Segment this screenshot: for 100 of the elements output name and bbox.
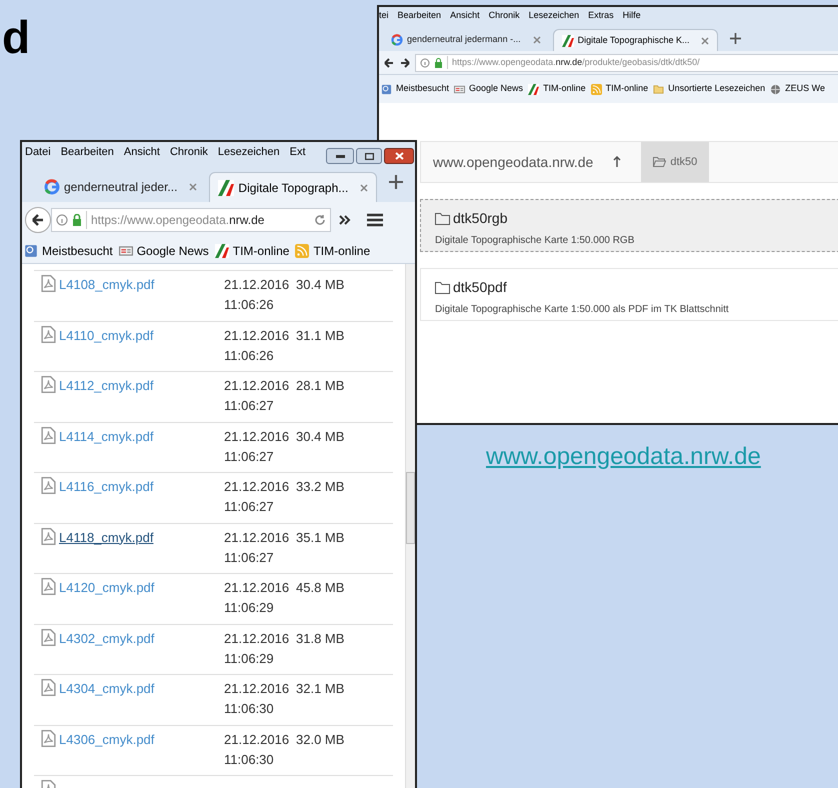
bookmark-favicon-icon [528,84,540,94]
google-favicon-icon [44,179,60,195]
file-link[interactable]: L4114_cmyk.pdf [59,426,154,446]
file-size: 32.1 MB [296,680,344,698]
pdf-file-icon [40,628,57,646]
pdf-file-icon [40,679,57,696]
bookmark-item[interactable]: TIM-online [528,82,586,96]
browser-tab[interactable]: genderneutral jeder... [36,172,206,202]
menu-item[interactable]: Lesezeichen [528,9,580,23]
info-icon[interactable] [420,58,430,68]
browser-tab[interactable]: Digitale Topograph... [209,172,378,202]
file-time: 11:06:26 [224,346,275,364]
folder-description: Digitale Topographische Karte 1:50.000 RGB [435,234,636,248]
menu-item[interactable]: Datei [25,144,51,160]
menu-item[interactable]: Bearbeiten [60,144,114,160]
menu-item[interactable]: Chronik [488,9,520,23]
maximize-button[interactable] [356,148,382,164]
minimize-button[interactable] [326,148,354,164]
folder-icon [435,282,450,294]
file-date: 21.12.2016 [224,428,290,446]
scrollbar[interactable] [405,264,415,788]
file-link[interactable]: L4304_cmyk.pdf [59,679,154,698]
file-link[interactable]: L4116_cmyk.pdf [59,477,154,496]
file-link[interactable]: L4302_cmyk.pdf [59,628,154,648]
folder-name[interactable]: dtk50rgb [453,208,508,229]
back-button[interactable] [25,207,51,233]
overflow-chevron-icon[interactable] [339,215,351,225]
menu-icon[interactable] [367,213,383,227]
menu-item[interactable]: tei [379,9,389,23]
breadcrumb-site[interactable]: www.opengeodata.nrw.de [421,152,614,172]
google-favicon-icon [391,34,403,46]
tab-close-icon[interactable] [532,36,541,44]
browser-tab[interactable]: genderneutral jedermann -... [383,29,549,51]
bookmark-icon [24,244,38,258]
pdf-file-icon [40,326,57,342]
file-link[interactable]: L4112_cmyk.pdf [59,376,154,396]
url-text: https://www.opengeodata.nrw.de [86,211,310,229]
folder-name[interactable]: dtk50pdf [453,277,507,298]
info-icon[interactable] [56,214,68,226]
file-time: 11:06:29 [224,599,275,617]
file-time: 11:06:27 [224,397,275,415]
tab-close-icon[interactable] [189,183,198,191]
bookmark-item[interactable]: Meistbesucht [24,242,113,260]
menu-item[interactable]: Hilfe [622,9,641,23]
menu-item[interactable]: Ansicht [450,9,480,23]
back-icon[interactable] [383,56,395,68]
folder-row[interactable]: dtk50rgb Digitale Topographische Karte 1:50.000 RGB [420,199,838,252]
file-date: 21.12.2016 [224,377,290,395]
file-link[interactable]: L4110_cmyk.pdf [59,326,154,345]
new-tab-icon[interactable] [730,32,742,44]
menu-item[interactable]: Ext [290,144,306,160]
bookmark-item[interactable]: Google News [118,242,209,260]
address-field[interactable]: https://www.opengeodata.nrw.de/produkte/geobasis/dtk/dtk50/ [415,54,838,72]
tab-close-icon[interactable] [701,36,710,44]
scrollbar-thumb[interactable] [406,472,415,544]
news-icon [118,244,133,258]
bookmark-icon [381,84,392,94]
file-time: 11:06:30 [224,750,275,768]
file-size: 31.8 MB [296,630,344,648]
tab-close-icon[interactable] [360,184,368,192]
forward-icon[interactable] [399,56,411,68]
breadcrumb-current[interactable]: dtk50 [641,142,710,182]
bookmark-item[interactable]: TIM-online [214,242,290,260]
pdf-file-icon [40,578,57,595]
file-size: 33.2 MB [296,478,344,496]
pdf-file-icon [40,275,57,292]
pdf-file-icon [40,730,57,746]
file-time: 11:06:27 [224,498,275,516]
new-tab-icon[interactable] [389,175,404,189]
file-size: 45.8 MB [296,579,344,597]
back-icon [31,214,45,226]
file-date: 21.12.2016 [224,276,290,294]
file-link[interactable]: L4118_cmyk.pdf [59,528,154,547]
bookmark-item[interactable]: ZEUS We [770,82,825,96]
bookmark-item[interactable]: TIM-online [295,242,370,260]
address-field[interactable]: https://www.opengeodata.nrw.de [51,208,331,232]
folder-icon [653,157,666,167]
slide-title: d [2,14,30,60]
up-arrow-icon[interactable] [613,156,622,168]
bookmark-item[interactable]: Unsortierte Lesezeichen [653,82,766,96]
close-button[interactable] [384,148,414,164]
menu-item[interactable]: Bearbeiten [398,9,442,23]
file-link[interactable]: L4120_cmyk.pdf [59,578,154,598]
tab-favicon-icon [562,34,574,46]
file-link[interactable]: L4306_cmyk.pdf [59,730,154,749]
menu-item[interactable]: Chronik [170,144,208,160]
bookmark-item[interactable]: TIM-online [590,82,648,96]
reload-icon[interactable] [314,214,326,226]
menu-item[interactable]: Extras [588,9,614,23]
file-link[interactable]: L4108_cmyk.pdf [59,275,154,294]
browser-tab[interactable]: Digitale Topographische K... [552,29,718,51]
menu-item[interactable]: Lesezeichen [218,144,280,160]
menu-item[interactable]: Ansicht [124,144,160,160]
bookmark-item[interactable]: Google News [454,82,524,96]
file-date: 21.12.2016 [224,680,290,698]
bookmark-item[interactable]: Meistbesucht [381,82,450,96]
pdf-file-icon [40,477,57,494]
folder-row[interactable]: dtk50pdf Digitale Topographische Karte 1:50.000 als PDF im TK Blattschnitt [420,268,838,321]
folder-description: Digitale Topographische Karte 1:50.000 als PDF im TK Blattschnitt [435,303,730,317]
pdf-file-icon [40,426,57,444]
